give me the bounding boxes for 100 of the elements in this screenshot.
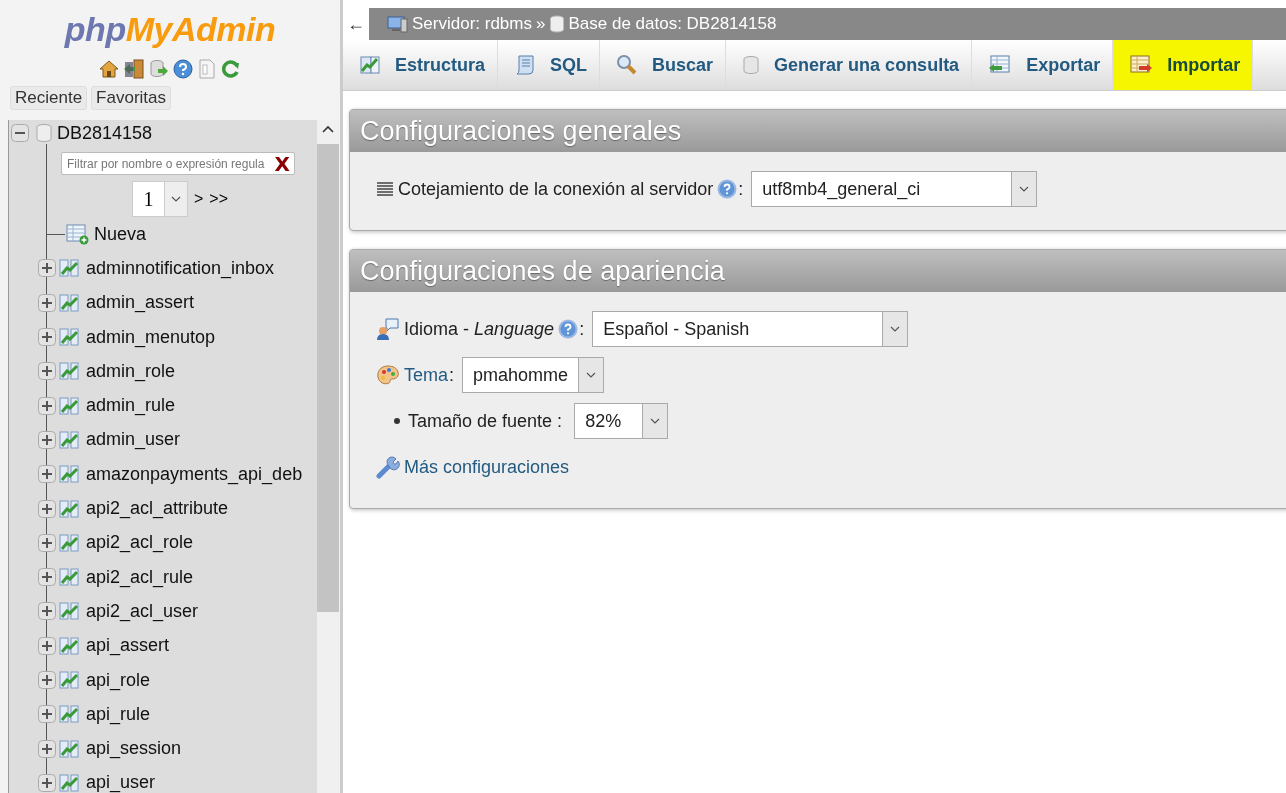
table-icon	[58, 738, 80, 759]
setting-label: Cotejamiento de la conexión al servidor	[398, 178, 714, 200]
separator-text: »	[536, 14, 546, 34]
plus-toggle-icon[interactable]	[38, 259, 56, 278]
menu-tab[interactable]: Importar	[1113, 40, 1254, 90]
table-name[interactable]: api2_acl_role	[86, 532, 194, 554]
export-table-icon	[988, 55, 1013, 75]
menu-tab[interactable]: Estructura	[343, 40, 499, 90]
caret-icon	[586, 372, 597, 378]
help-icon[interactable]	[173, 59, 193, 79]
plus-toggle-icon[interactable]	[38, 465, 56, 484]
table-icon	[58, 498, 80, 519]
plus-toggle-icon[interactable]	[38, 533, 56, 552]
plus-toggle-icon[interactable]	[38, 328, 56, 347]
wrench-icon	[376, 455, 400, 479]
database-name[interactable]: DB2814158	[57, 122, 153, 144]
table-icon	[58, 601, 80, 622]
table-icon	[58, 772, 80, 793]
plus-toggle-icon[interactable]	[38, 396, 56, 415]
plus-toggle-icon[interactable]	[38, 636, 56, 655]
table-name[interactable]: admin_user	[86, 429, 181, 451]
server-icon	[387, 15, 409, 33]
table-name[interactable]: api2_acl_user	[86, 600, 199, 622]
sidebar-tab[interactable]: Reciente	[10, 86, 88, 110]
plus-toggle-icon[interactable]	[38, 430, 56, 449]
scroll-up-icon[interactable]	[321, 124, 335, 134]
table-icon	[58, 464, 80, 485]
plus-toggle-icon[interactable]	[38, 362, 56, 381]
table-name[interactable]: api2_acl_rule	[86, 566, 194, 588]
table-icon	[58, 292, 80, 313]
colon-text: :	[738, 178, 744, 200]
server-link[interactable]: Servidor: rdbms	[412, 14, 532, 34]
colon-text: :	[557, 410, 563, 432]
palette-icon	[376, 364, 400, 386]
clear-button[interactable]: X	[274, 151, 290, 176]
filter-field[interactable]: Filtrar por nombre o expresión regula X	[61, 152, 295, 175]
plus-toggle-icon[interactable]	[38, 739, 56, 758]
help-icon[interactable]	[717, 179, 738, 199]
table-name[interactable]: api_rule	[86, 703, 151, 725]
menu-tab[interactable]: Generar una consulta	[726, 40, 973, 90]
plus-toggle-icon[interactable]	[38, 602, 56, 621]
plus-toggle-icon[interactable]	[38, 705, 56, 724]
next-page-link[interactable]: >	[194, 190, 204, 208]
table-icon	[58, 361, 80, 382]
database-arrow-icon[interactable]	[149, 59, 169, 79]
scrollbar[interactable]	[317, 120, 339, 793]
setting-label: Idioma - Language	[404, 318, 555, 340]
logo-text[interactable]: php	[64, 10, 126, 49]
setting-label: Tamaño de fuente	[408, 410, 553, 432]
list-icon	[376, 181, 394, 197]
caret-icon	[171, 196, 181, 202]
import-table-icon	[1129, 55, 1154, 75]
menu-tab[interactable]: SQL	[498, 40, 601, 90]
plus-toggle-icon[interactable]	[38, 293, 56, 312]
table-icon	[58, 258, 80, 279]
table-name[interactable]: api_user	[86, 772, 156, 793]
table-name[interactable]: api_role	[86, 669, 151, 691]
plus-toggle-icon[interactable]	[38, 671, 56, 689]
table-icon	[58, 327, 80, 348]
sidebar-tab[interactable]: Favoritas	[91, 86, 172, 110]
reload-icon[interactable]	[221, 59, 241, 79]
table-name[interactable]: admin_role	[86, 360, 176, 382]
last-page-link[interactable]: >>	[209, 190, 229, 208]
table-name[interactable]: admin_assert	[86, 292, 195, 314]
table-name[interactable]: amazonpayments_api_deb	[86, 463, 303, 485]
help-icon[interactable]	[558, 319, 579, 339]
plus-toggle-icon[interactable]	[38, 499, 56, 518]
setting-select[interactable]: pmahomme	[462, 357, 605, 393]
plus-toggle-icon[interactable]	[38, 568, 56, 587]
page-select[interactable]: 1	[132, 181, 188, 217]
person-speech-icon	[376, 317, 400, 341]
table-name[interactable]: api2_acl_attribute	[86, 498, 229, 519]
minus-toggle-icon[interactable]	[11, 124, 29, 142]
table-name[interactable]: api_assert	[86, 635, 170, 657]
table-name[interactable]: api_session	[86, 738, 182, 760]
table-icon	[58, 704, 80, 725]
table-structure-icon	[359, 55, 381, 75]
bullet-dot	[394, 418, 400, 424]
setting-link[interactable]: Tema	[404, 364, 448, 386]
panel-title: Configuraciones generales	[350, 110, 1286, 152]
database-link[interactable]: Base de datos: DB2814158	[568, 14, 777, 34]
menu-tab[interactable]: Buscar	[600, 40, 727, 90]
new-table-icon	[66, 223, 90, 246]
setting-link[interactable]: Más configuraciones	[404, 456, 570, 478]
setting-select[interactable]: 82%	[574, 403, 669, 439]
door-exit-icon[interactable]	[123, 59, 145, 79]
table-name[interactable]: admin_menutop	[86, 326, 216, 348]
colon-text: :	[449, 364, 455, 386]
new-table-link[interactable]: Nueva	[94, 223, 147, 245]
back-arrow-button[interactable]: ←	[343, 8, 369, 40]
table-icon	[58, 532, 80, 553]
home-icon[interactable]	[99, 60, 119, 78]
colon-text: :	[579, 318, 585, 340]
caret-icon	[650, 418, 661, 424]
setting-select[interactable]: Español - Spanish	[592, 311, 909, 347]
table-name[interactable]: adminnotification_inbox	[86, 257, 275, 279]
table-icon	[58, 429, 80, 450]
setting-select[interactable]: utf8mb4_general_ci	[751, 171, 1038, 207]
table-name[interactable]: admin_rule	[86, 395, 176, 417]
plus-toggle-icon[interactable]	[38, 773, 56, 792]
